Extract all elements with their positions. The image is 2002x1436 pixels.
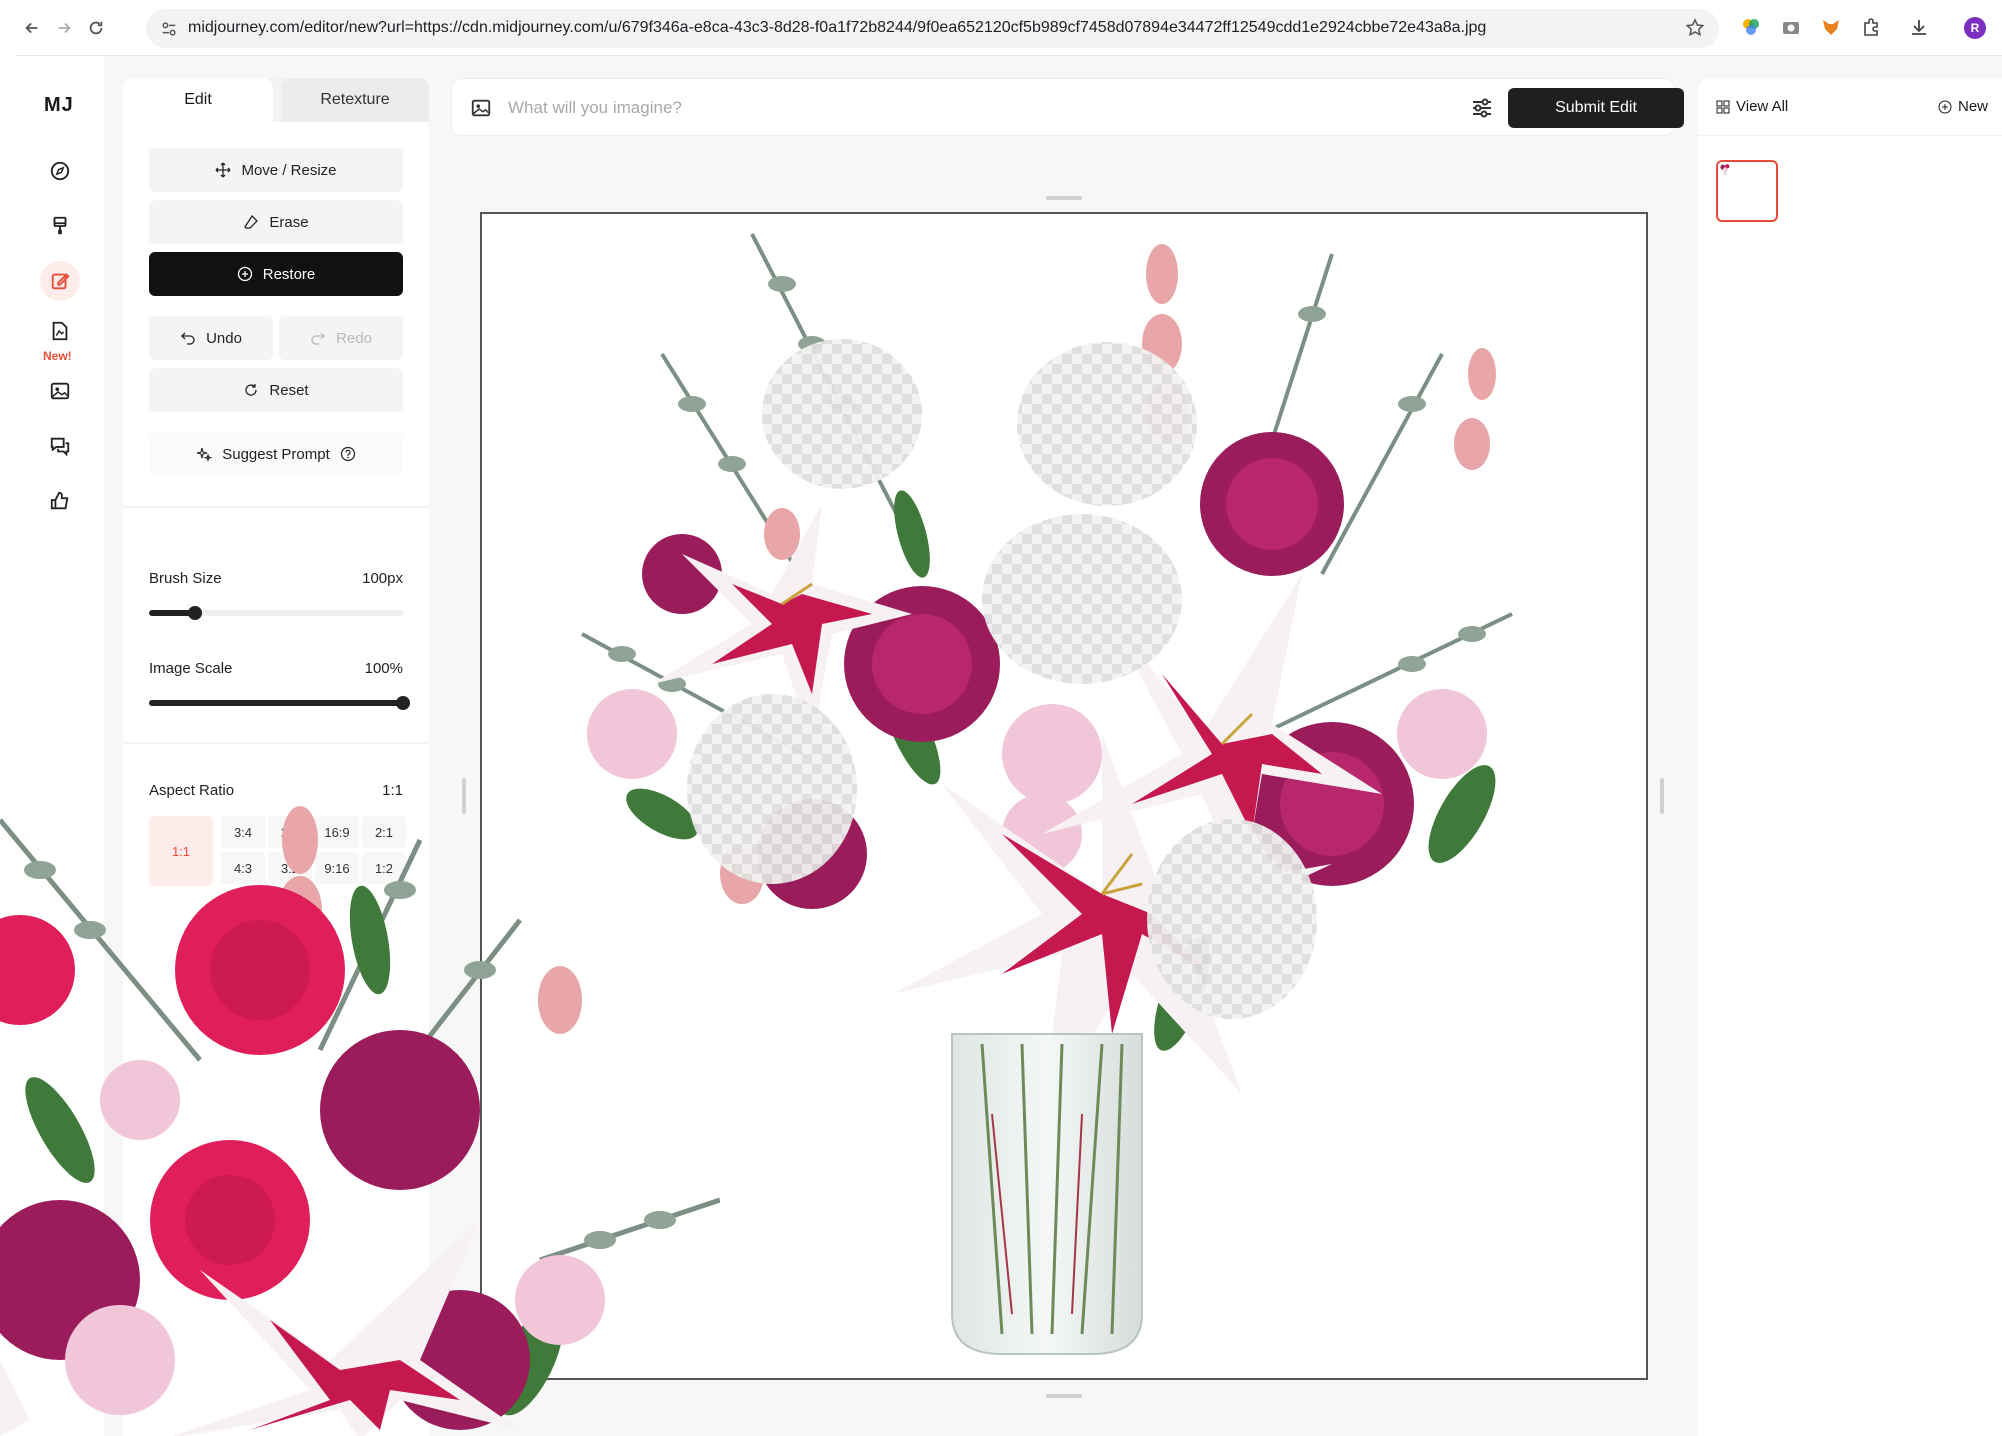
edit-button[interactable] <box>40 261 80 301</box>
new-button[interactable]: New <box>1938 98 1988 115</box>
help-icon[interactable] <box>340 446 356 462</box>
reload-button[interactable] <box>82 14 110 42</box>
eraser-icon <box>244 214 259 229</box>
redo-label: Redo <box>336 329 372 347</box>
panel-tabs: Edit Retexture <box>123 78 429 122</box>
tab-edit[interactable]: Edit <box>123 78 273 122</box>
suggest-prompt-label: Suggest Prompt <box>222 445 330 463</box>
site-settings-icon[interactable] <box>160 20 178 38</box>
sparkle-icon <box>197 447 213 462</box>
divider <box>123 742 429 744</box>
drag-preview-flowers <box>0 806 720 1436</box>
downloads-button[interactable] <box>1908 16 1930 38</box>
fox-icon <box>1823 20 1839 35</box>
arrow-right-icon <box>58 22 71 34</box>
settings-sliders-icon[interactable] <box>1470 96 1494 120</box>
organize-button[interactable] <box>40 371 80 411</box>
brush-size-handle[interactable] <box>187 606 202 620</box>
compass-icon <box>50 161 70 181</box>
palette-icon <box>1743 19 1759 35</box>
url-text[interactable]: midjourney.com/editor/new?url=https://cd… <box>188 19 1486 37</box>
personalize-button[interactable] <box>40 311 80 351</box>
grid-icon <box>1716 100 1730 113</box>
undo-icon <box>181 332 195 345</box>
extension-camera-icon[interactable] <box>1780 16 1802 38</box>
view-all-button[interactable]: View All <box>1716 98 1788 115</box>
app-logo[interactable]: MJ <box>44 94 74 117</box>
divider <box>123 506 429 508</box>
paintbrush-icon <box>53 216 67 235</box>
history-thumbnail[interactable] <box>1716 160 1778 222</box>
thumbnail-image <box>1720 163 1730 176</box>
image-upload-icon[interactable] <box>470 97 492 119</box>
explore-button[interactable] <box>40 151 80 191</box>
canvas-top-grip[interactable] <box>1046 196 1082 200</box>
address-bar[interactable]: midjourney.com/editor/new?url=https://cd… <box>146 9 1719 48</box>
tab-retexture[interactable]: Retexture <box>281 78 429 122</box>
redo-icon <box>311 332 325 345</box>
document-icon <box>52 321 68 341</box>
plus-circle-icon <box>1938 100 1952 113</box>
rate-button[interactable] <box>40 481 80 521</box>
chat-bubbles-icon <box>50 437 70 457</box>
reset-icon <box>245 384 258 396</box>
create-button[interactable] <box>40 206 80 246</box>
move-resize-button[interactable]: Move / Resize <box>149 148 403 192</box>
star-icon[interactable] <box>1685 18 1705 38</box>
aspect-ratio-label: Aspect Ratio <box>149 782 235 799</box>
undo-label: Undo <box>206 329 242 347</box>
history-panel: View All New <box>1698 78 2002 1436</box>
erase-label: Erase <box>269 213 309 231</box>
image-scale-slider[interactable] <box>149 696 410 710</box>
restore-button[interactable]: Restore <box>149 252 403 296</box>
brush-size-label: Brush Size <box>149 570 222 587</box>
profile-avatar[interactable]: R <box>1964 17 1986 39</box>
aspect-ratio-value: 1:1 <box>382 782 403 799</box>
prompt-bar: What will you imagine? Submit Edit <box>451 78 1684 136</box>
thumbs-up-icon <box>50 491 69 510</box>
back-button[interactable] <box>18 14 46 42</box>
image-scale-fill <box>149 700 403 706</box>
view-all-label: View All <box>1736 98 1789 115</box>
redo-button[interactable]: Redo <box>279 316 403 360</box>
history-header: View All New <box>1698 78 2002 136</box>
suggest-prompt-button[interactable]: Suggest Prompt <box>149 432 403 476</box>
image-scale-handle[interactable] <box>396 696 410 710</box>
restore-label: Restore <box>262 265 316 283</box>
prompt-input[interactable]: What will you imagine? <box>508 98 682 118</box>
forward-button[interactable] <box>50 14 78 42</box>
new-badge: New! <box>43 349 72 363</box>
submit-edit-button[interactable]: Submit Edit <box>1508 88 1684 128</box>
plus-circle-icon <box>237 266 252 282</box>
chat-button[interactable] <box>40 426 80 466</box>
extension-color-icon[interactable] <box>1740 16 1762 38</box>
new-label: New <box>1957 98 1988 115</box>
move-resize-label: Move / Resize <box>241 161 337 179</box>
reset-button[interactable]: Reset <box>149 368 403 412</box>
image-scale-value: 100% <box>364 660 403 677</box>
extension-fox-icon[interactable] <box>1820 16 1842 38</box>
extensions-button[interactable] <box>1860 16 1882 38</box>
canvas-bottom-grip[interactable] <box>1046 1394 1082 1398</box>
browser-toolbar: midjourney.com/editor/new?url=https://cd… <box>16 0 2002 56</box>
edit-pencil-icon <box>51 273 70 290</box>
download-icon <box>1912 20 1926 35</box>
undo-button[interactable]: Undo <box>149 316 273 360</box>
reset-label: Reset <box>269 381 309 399</box>
puzzle-icon <box>1864 18 1878 36</box>
canvas-right-grip[interactable] <box>1660 778 1664 814</box>
erase-button[interactable]: Erase <box>149 200 403 244</box>
camera-icon <box>1783 22 1799 34</box>
image-icon <box>50 382 70 400</box>
arrow-left-icon <box>25 22 38 34</box>
dragged-image-preview[interactable] <box>0 800 720 1436</box>
reload-icon <box>89 21 103 35</box>
image-scale-label: Image Scale <box>149 660 233 677</box>
brush-size-slider[interactable] <box>149 606 403 620</box>
move-arrows-icon <box>216 162 231 178</box>
brush-size-value: 100px <box>362 570 403 587</box>
